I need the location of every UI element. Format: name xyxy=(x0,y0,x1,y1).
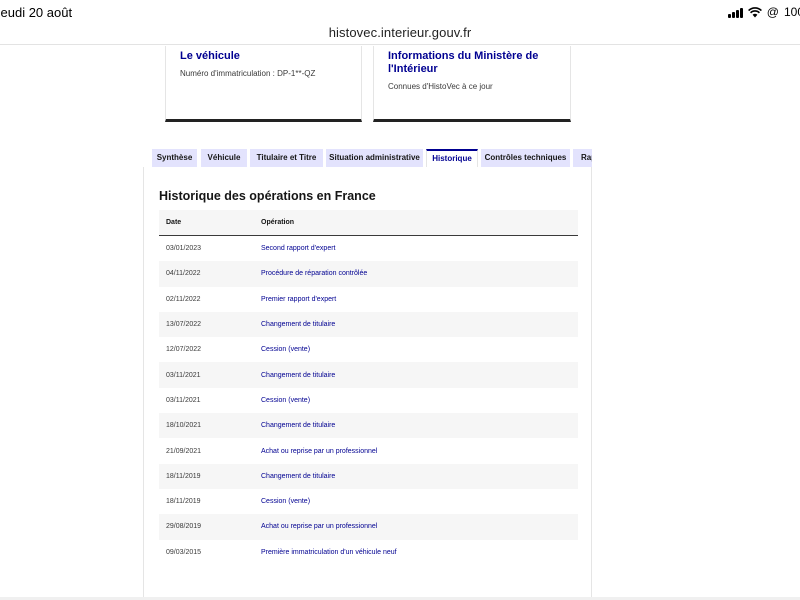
table-row: 18/11/2019 Cession (vente) xyxy=(159,489,578,514)
row-operation: Achat ou reprise par un professionnel xyxy=(261,447,378,455)
status-bar: Jeudi 20 août @ 100 xyxy=(0,0,800,26)
row-operation: Achat ou reprise par un professionnel xyxy=(261,523,378,531)
row-date: 18/11/2019 xyxy=(166,472,201,480)
row-date: 09/03/2015 xyxy=(166,548,202,556)
url-text[interactable]: histovec.interieur.gouv.fr xyxy=(329,25,472,40)
table-row: 03/01/2023 Second rapport d'expert xyxy=(159,236,578,261)
tab-rapport[interactable]: Rapport xyxy=(573,149,592,167)
column-header-operation: Opération xyxy=(261,219,295,226)
ministry-card-subtitle: Connues d'HistoVec à ce jour xyxy=(388,82,493,91)
row-date: 03/11/2021 xyxy=(166,371,201,379)
status-time: Jeudi 20 août xyxy=(0,5,73,20)
ministry-card[interactable]: Informations du Ministère de l'Intérieur… xyxy=(373,46,571,122)
history-panel: Historique des opérations en France Date… xyxy=(143,167,592,600)
row-operation: Cession (vente) xyxy=(261,396,311,404)
row-operation: Procédure de réparation contrôlée xyxy=(261,270,368,278)
row-operation: Changement de titulaire xyxy=(261,371,336,379)
vehicle-card-title[interactable]: Le véhicule xyxy=(180,50,347,63)
row-date: 21/09/2021 xyxy=(166,447,202,455)
wifi-icon xyxy=(747,6,762,17)
row-operation: Changement de titulaire xyxy=(261,472,336,480)
table-row: 09/03/2015 Première immatriculation d'un … xyxy=(159,540,578,565)
table-row: 18/10/2021 Changement de titulaire xyxy=(159,413,578,439)
table-row: 02/11/2022 Premier rapport d'expert xyxy=(159,287,578,312)
table-row: 04/11/2022 Procédure de réparation contrô… xyxy=(159,261,578,287)
row-operation: Première immatriculation d'un véhicule n… xyxy=(261,548,397,556)
table-body: 03/01/2023 Second rapport d'expert 04/11/… xyxy=(159,236,578,565)
vehicle-card-subtitle: Numéro d'immatriculation : DP-1**-QZ xyxy=(180,69,316,78)
history-title: Historique des opérations en France xyxy=(159,189,376,203)
alarm-icon: @ xyxy=(766,5,779,19)
table-row: 03/11/2021 Cession (vente) xyxy=(159,388,578,413)
table-row: 03/11/2021 Changement de titulaire xyxy=(159,362,578,388)
address-bar[interactable]: histovec.interieur.gouv.fr xyxy=(0,24,800,44)
row-date: 13/07/2022 xyxy=(166,321,202,329)
tab-controles-techniques[interactable]: Contrôles techniques xyxy=(481,149,570,167)
tab-historique[interactable]: Historique xyxy=(426,149,478,167)
row-operation: Cession (vente) xyxy=(261,346,311,354)
row-date: 18/11/2019 xyxy=(166,498,201,506)
table-row: 29/08/2019 Achat ou reprise par un profes… xyxy=(159,514,578,540)
row-date: 03/11/2021 xyxy=(166,396,201,404)
table-row: 18/11/2019 Changement de titulaire xyxy=(159,463,578,489)
vehicle-card[interactable]: Le véhicule Numéro d'immatriculation : D… xyxy=(165,46,362,122)
table-row: 12/07/2022 Cession (vente) xyxy=(159,337,578,362)
row-operation: Premier rapport d'expert xyxy=(261,295,337,303)
row-date: 02/11/2022 xyxy=(166,295,201,303)
row-date: 18/10/2021 xyxy=(166,422,202,430)
row-date: 04/11/2022 xyxy=(166,270,201,278)
history-table: Date Opération 03/01/2023 Second rapport … xyxy=(159,210,578,565)
battery-percentage: 100 xyxy=(783,5,800,19)
cellular-signal-icon xyxy=(727,7,743,18)
row-date: 03/01/2023 xyxy=(166,245,202,253)
toolbar-divider xyxy=(0,44,800,45)
row-date: 29/08/2019 xyxy=(166,523,202,531)
row-operation: Changement de titulaire xyxy=(261,321,336,329)
column-header-date: Date xyxy=(166,219,182,226)
table-header: Date Opération xyxy=(159,210,578,236)
status-icons: @ 100 xyxy=(727,5,800,19)
row-date: 12/07/2022 xyxy=(166,346,202,354)
row-operation: Changement de titulaire xyxy=(261,422,336,430)
row-operation: Second rapport d'expert xyxy=(261,245,336,253)
tab-titulaire[interactable]: Titulaire et Titre xyxy=(250,149,323,167)
tab-synthese[interactable]: Synthèse xyxy=(152,149,197,167)
tab-situation-administrative[interactable]: Situation administrative xyxy=(326,149,423,167)
ministry-card-title[interactable]: Informations du Ministère de l'Intérieur xyxy=(388,50,556,76)
tab-vehicule[interactable]: Véhicule xyxy=(201,149,247,167)
table-row: 13/07/2022 Changement de titulaire xyxy=(159,311,578,338)
row-operation: Cession (vente) xyxy=(261,498,311,506)
table-row: 21/09/2021 Achat ou reprise par un profes… xyxy=(159,438,578,463)
tab-bar: Synthèse Véhicule Titulaire et Titre Sit… xyxy=(152,149,592,167)
